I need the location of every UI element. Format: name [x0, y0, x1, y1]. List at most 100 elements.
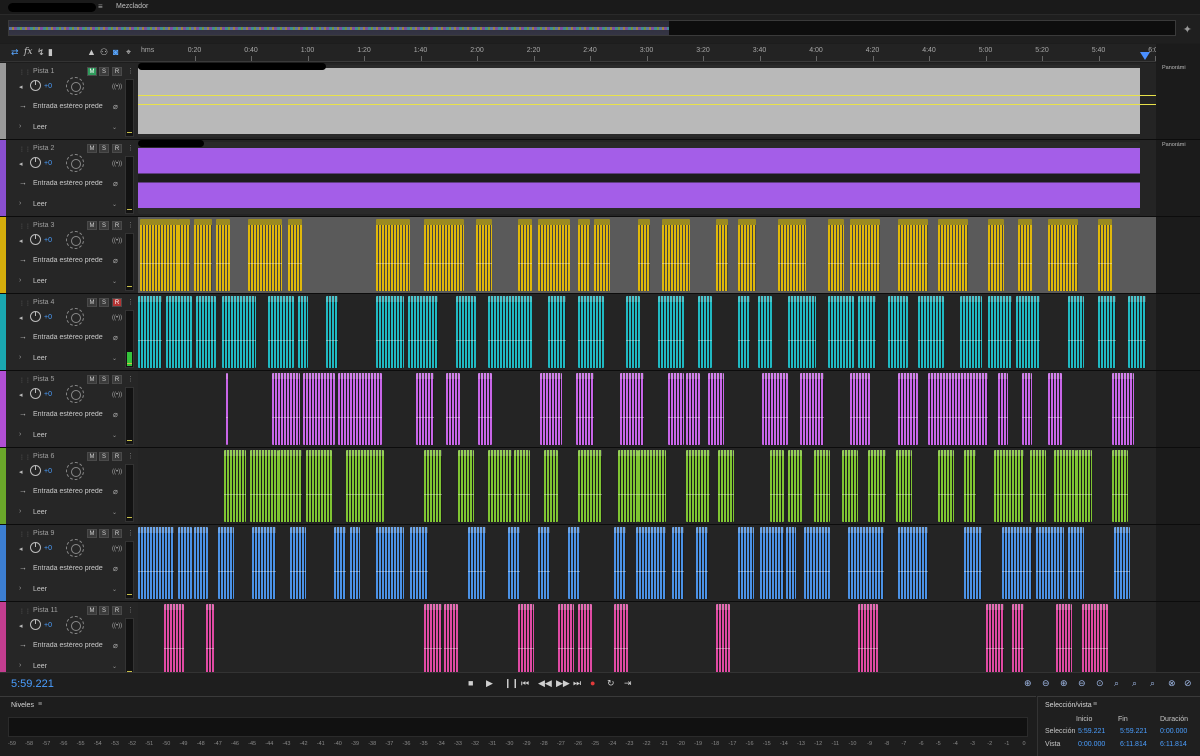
audio-clip[interactable]: Pi... [250, 450, 278, 522]
audio-clip[interactable] [506, 296, 532, 368]
pan-dial[interactable] [66, 77, 84, 95]
audio-clip[interactable] [576, 373, 594, 445]
input-select[interactable]: Entrada estéreo predete [33, 642, 103, 649]
automation-mode[interactable]: Leer [33, 355, 47, 362]
audio-clip[interactable] [518, 219, 532, 291]
audio-clip[interactable] [698, 296, 712, 368]
volume-expand-icon[interactable]: ◂ [19, 391, 23, 399]
automation-dropdown-icon[interactable]: ⌄ [112, 278, 117, 285]
people-icon[interactable]: ⚇ [100, 47, 108, 58]
track-name[interactable]: Pista 1 [33, 68, 54, 75]
track-header[interactable]: ⋮⋮ Pista 9 M S R ⋮ ◂ +0 ((•)) → Entrada … [0, 525, 138, 601]
headphones-icon[interactable]: ◙ [113, 47, 118, 57]
audio-clip[interactable]: Pi... [578, 604, 592, 676]
automation-dropdown-icon[interactable]: ⌄ [112, 663, 117, 670]
input-select[interactable]: Entrada estéreo predete [33, 334, 103, 341]
volume-expand-icon[interactable]: ◂ [19, 160, 23, 168]
audio-clip[interactable] [578, 450, 602, 522]
phase-invert-icon[interactable]: ⌀ [113, 256, 118, 265]
audio-clip[interactable]: Pi... [222, 296, 256, 368]
stereo-icon[interactable]: ((•)) [112, 238, 122, 244]
audio-clip[interactable]: Pi... [268, 296, 294, 368]
track-lane[interactable]: Pista Pista 4 Pista Pi... Pi... Pista [138, 294, 1156, 370]
audio-clip[interactable] [994, 450, 1024, 522]
stereo-icon[interactable]: ((•)) [112, 161, 122, 167]
zoom-track-icon[interactable]: ⊗ [1168, 678, 1176, 689]
audio-clip[interactable] [858, 296, 876, 368]
audio-clip[interactable] [636, 527, 666, 599]
track-header[interactable]: ⋮⋮ Pista 11 M S R ⋮ ◂ +0 ((•)) → Entrada… [0, 602, 138, 678]
audio-clip[interactable]: Pi... [252, 527, 276, 599]
audio-clip[interactable] [778, 219, 806, 291]
audio-clip[interactable] [814, 450, 830, 522]
effects-icon[interactable]: fx [24, 47, 32, 57]
audio-clip[interactable] [594, 219, 610, 291]
audio-clip[interactable]: Pista [140, 219, 178, 291]
solo-button[interactable]: S [99, 452, 109, 461]
audio-clip[interactable] [568, 527, 580, 599]
solo-button[interactable]: S [99, 375, 109, 384]
audio-clip[interactable] [716, 219, 728, 291]
audio-clip[interactable]: P... [424, 604, 442, 676]
audio-clip[interactable] [988, 219, 1004, 291]
audio-clip[interactable] [618, 450, 638, 522]
audio-clip[interactable] [800, 373, 824, 445]
audio-clip[interactable] [514, 450, 530, 522]
audio-clip[interactable] [760, 527, 784, 599]
rewind-icon[interactable]: ◀◀ [538, 678, 552, 689]
zoom-out-time-icon[interactable]: ⊖ [1078, 678, 1086, 689]
audio-clip[interactable] [578, 296, 604, 368]
audio-clip[interactable] [708, 373, 724, 445]
audio-clip[interactable] [938, 219, 968, 291]
mute-button[interactable]: M [87, 298, 97, 307]
playhead-marker[interactable] [1140, 52, 1150, 60]
audio-clip[interactable] [898, 219, 928, 291]
phase-invert-icon[interactable]: ⌀ [113, 102, 118, 111]
audio-clip[interactable] [1056, 604, 1072, 676]
stereo-icon[interactable]: ((•)) [112, 315, 122, 321]
mute-button[interactable]: M [87, 221, 97, 230]
track-header[interactable]: ⋮⋮ Pista 4 M S R ⋮ ◂ +0 ((•)) → Entrada … [0, 294, 138, 370]
track-lane[interactable] [138, 140, 1156, 216]
audio-clip[interactable]: Pista 5... [478, 373, 492, 445]
audio-clip[interactable] [410, 527, 428, 599]
phase-invert-icon[interactable]: ⌀ [113, 641, 118, 650]
audio-clip[interactable] [964, 527, 982, 599]
audio-clip[interactable] [788, 450, 802, 522]
play-icon[interactable]: ▶ [486, 678, 493, 689]
audio-clip[interactable] [788, 296, 816, 368]
audio-clip[interactable] [658, 296, 684, 368]
track-header[interactable]: ⋮⋮ Pista 6 M S R ⋮ ◂ +0 ((•)) → Entrada … [0, 448, 138, 524]
phase-invert-icon[interactable]: ⌀ [113, 410, 118, 419]
track-more-icon[interactable]: ⋮ [127, 67, 134, 75]
input-select[interactable]: Entrada estéreo predete [33, 488, 103, 495]
audio-clip[interactable]: Pi... [416, 373, 434, 445]
audio-clip[interactable]: Pi... [558, 604, 574, 676]
zoom-to-fit-icon[interactable]: ✦ [1183, 23, 1192, 36]
audio-clip[interactable]: Pi... [346, 450, 384, 522]
selection-end[interactable]: 5:59.221 [1120, 728, 1147, 735]
audio-clip[interactable] [786, 527, 796, 599]
audio-clip[interactable] [620, 373, 644, 445]
stereo-icon[interactable]: ((•)) [112, 623, 122, 629]
audio-clip[interactable] [918, 296, 944, 368]
audio-clip[interactable] [1018, 219, 1032, 291]
track-lane[interactable]: Pista P... Pi... Pi... Pista Pi... Pi... Pi... P… [138, 217, 1156, 293]
audio-clip[interactable] [544, 450, 558, 522]
audio-clip[interactable]: Pis... [278, 450, 302, 522]
automation-dropdown-icon[interactable]: ⌄ [112, 586, 117, 593]
audio-clip[interactable]: Pista [424, 450, 442, 522]
track-more-icon[interactable]: ⋮ [127, 375, 134, 383]
zoom-full-icon[interactable]: ⊙ [1096, 678, 1104, 689]
audio-clip[interactable] [1098, 219, 1112, 291]
audio-clip[interactable]: Pi... [338, 373, 382, 445]
expand-chevron-icon[interactable]: › [19, 277, 21, 284]
track-name[interactable]: Pista 4 [33, 299, 54, 306]
pan-dial[interactable] [66, 308, 84, 326]
audio-clip[interactable] [626, 296, 640, 368]
audio-clip[interactable] [614, 604, 628, 676]
track-name[interactable]: Pista 5 [33, 376, 54, 383]
record-arm-button[interactable]: R [112, 529, 122, 538]
audio-clip[interactable]: Pi... [194, 219, 212, 291]
audio-clip[interactable] [1068, 527, 1084, 599]
